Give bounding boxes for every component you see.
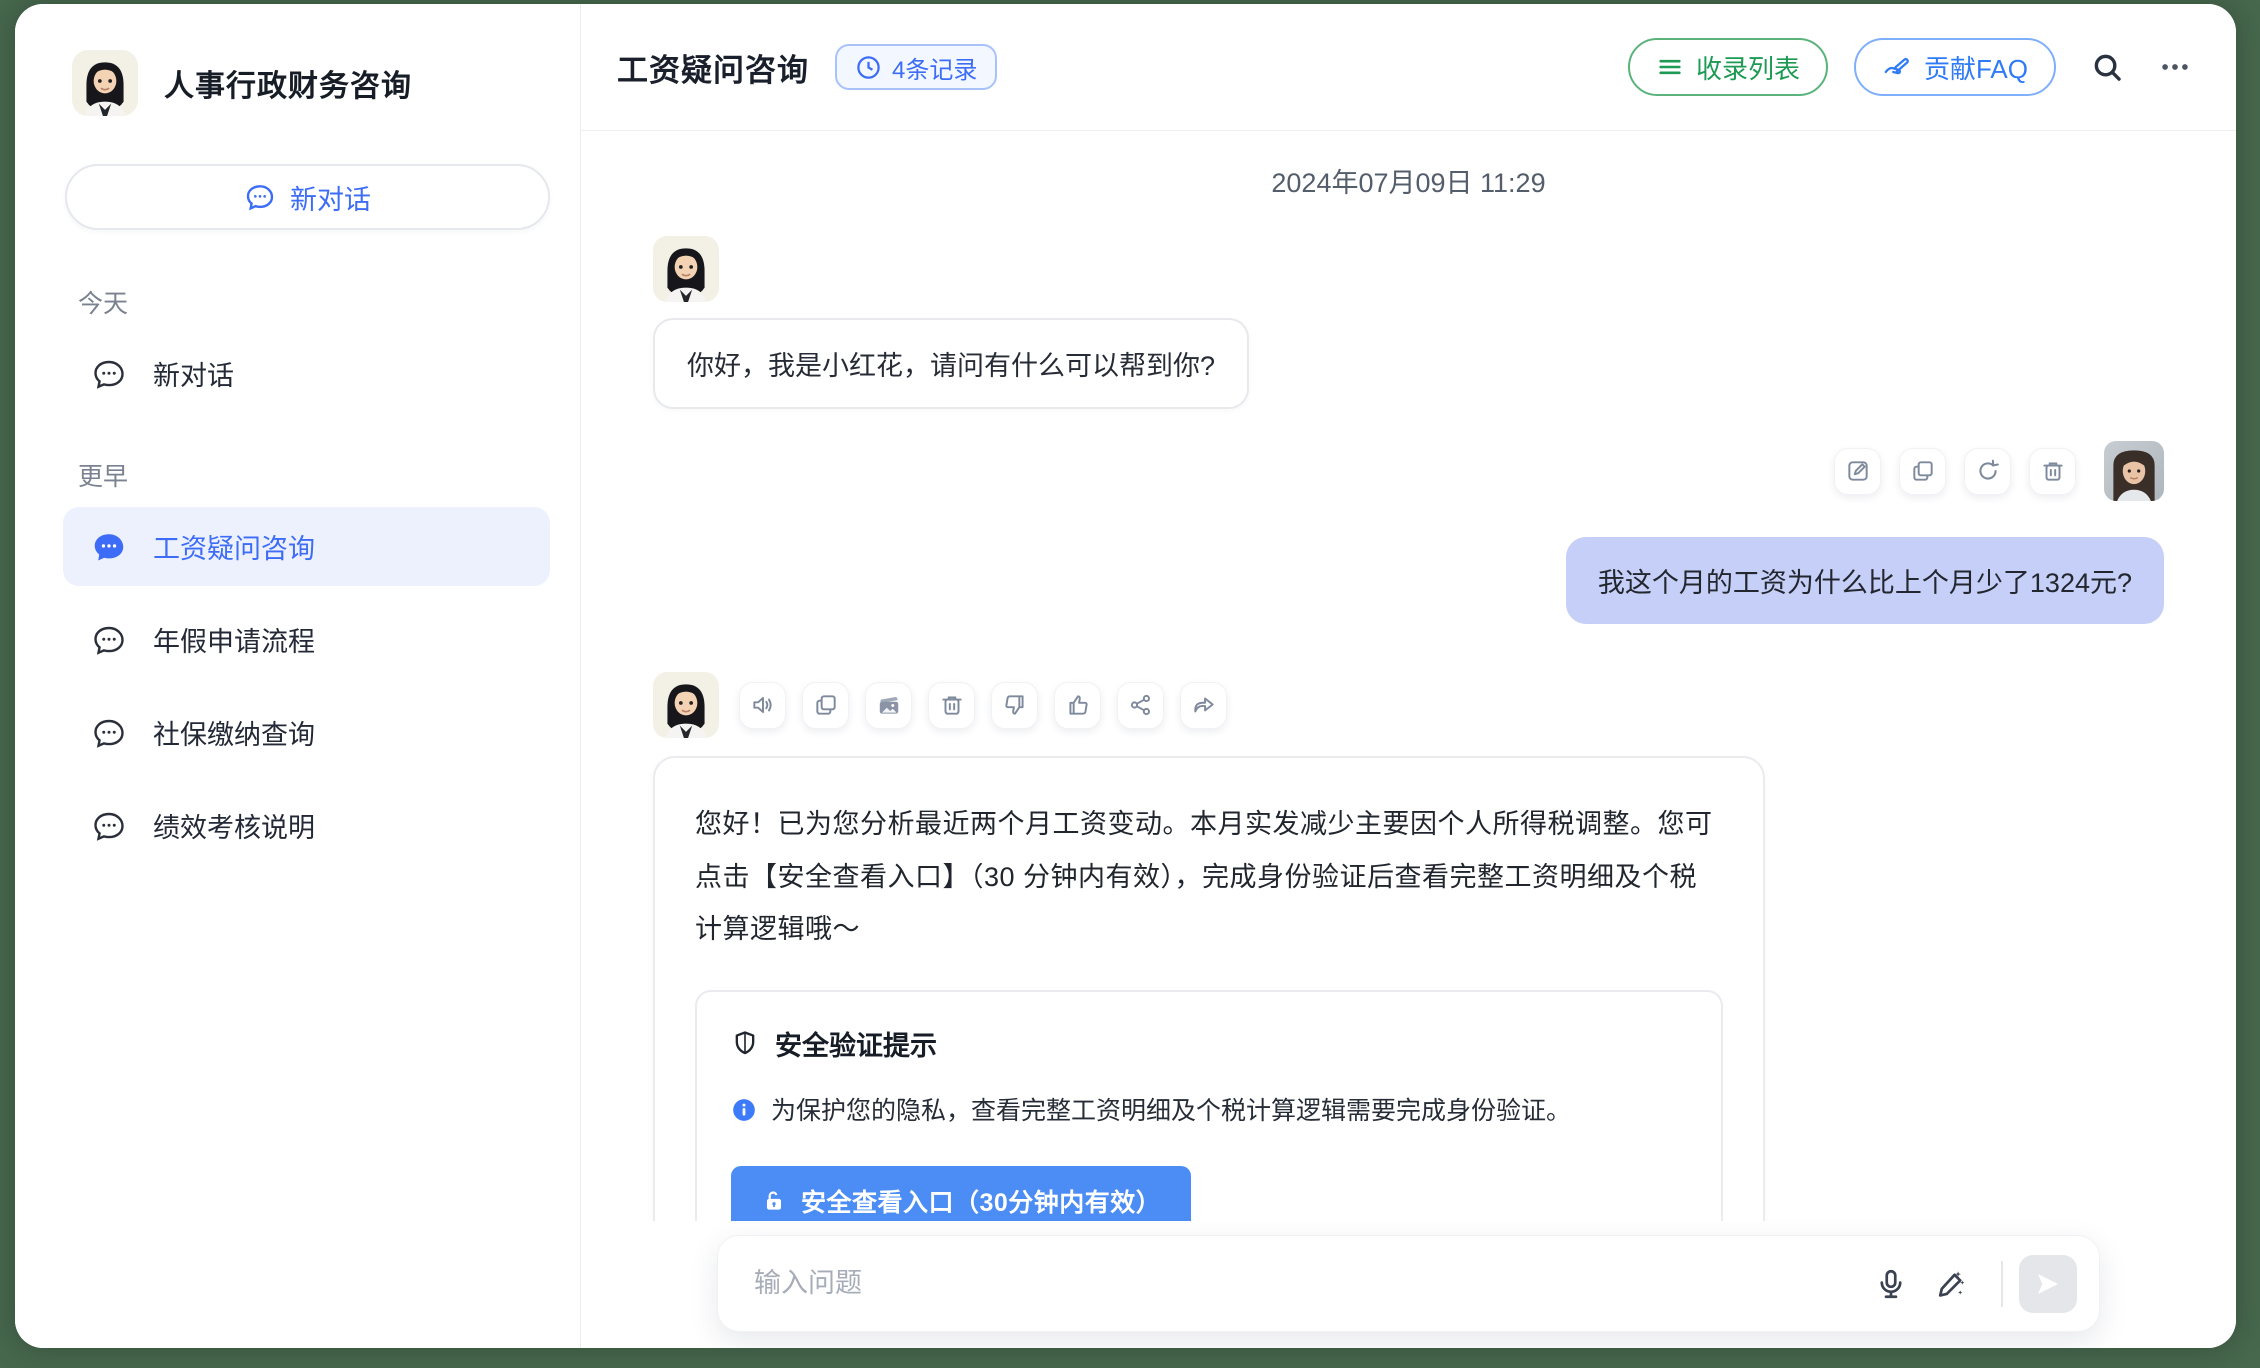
chat-bubble-icon (91, 808, 127, 844)
list-icon (1656, 53, 1684, 81)
share-button[interactable] (1117, 682, 1164, 729)
bot-reply-text: 您好！已为您分析最近两个月工资变动。本月实发减少主要因个人所得税调整。您可点击【… (695, 798, 1723, 956)
conversation-title: 工资疑问咨询 (617, 45, 809, 90)
sidebar-item-label: 绩效考核说明 (153, 806, 315, 845)
sidebar-item-label: 工资疑问咨询 (153, 527, 315, 566)
info-icon (731, 1097, 757, 1123)
new-chat-button[interactable]: 新对话 (65, 164, 550, 230)
chat-header: 工资疑问咨询 4条记录 收录列表 (581, 4, 2236, 131)
regenerate-button[interactable] (1964, 448, 2011, 495)
security-card-header: 安全验证提示 (731, 1024, 1687, 1063)
bot-reply-card: 您好！已为您分析最近两个月工资变动。本月实发减少主要因个人所得税调整。您可点击【… (653, 756, 1765, 1221)
chat-bubble-icon (91, 622, 127, 658)
read-aloud-button[interactable] (739, 682, 786, 729)
magic-pen-icon[interactable] (1921, 1267, 1981, 1301)
shield-icon (731, 1029, 759, 1057)
records-badge-label: 4条记录 (892, 50, 977, 85)
chat-bubble-icon (91, 529, 127, 565)
message-input-bar (717, 1235, 2100, 1332)
user-message-bubble: 我这个月的工资为什么比上个月少了1324元? (1566, 537, 2164, 624)
app-window: 人事行政财务咨询 新对话 今天 (15, 4, 2236, 1348)
edit-message-button[interactable] (1834, 448, 1881, 495)
message-list: 2024年07月09日 11:29 你好，我是小红花，请问有什么可 (581, 131, 2236, 1221)
security-info-row: 为保护您的隐私，查看完整工资明细及个税计算逻辑需要完成身份验证。 (731, 1093, 1687, 1131)
input-actions (1861, 1255, 2077, 1313)
bot-greeting-bubble: 你好，我是小红花，请问有什么可以帮到你? (653, 318, 1249, 409)
unlock-icon (761, 1188, 787, 1214)
send-button[interactable] (2019, 1255, 2077, 1313)
secure-view-entry-button[interactable]: 安全查看入口（30分钟内有效） (731, 1166, 1191, 1221)
bot-avatar (653, 672, 719, 738)
sidebar-item-salary-question[interactable]: 工资疑问咨询 (63, 507, 550, 586)
delete-message-button[interactable] (2029, 448, 2076, 495)
microphone-icon[interactable] (1861, 1267, 1921, 1301)
thumbs-down-button[interactable] (991, 682, 1038, 729)
app-title: 人事行政财务咨询 (164, 61, 412, 105)
main-panel: 工资疑问咨询 4条记录 收录列表 (581, 4, 2236, 1348)
hand-pen-icon (1882, 52, 1912, 82)
conversation-date: 2024年07月09日 11:29 (653, 161, 2164, 200)
records-badge[interactable]: 4条记录 (835, 44, 997, 90)
secure-view-entry-label: 安全查看入口（30分钟内有效） (801, 1183, 1161, 1219)
sidebar-item-new-chat[interactable]: 新对话 (63, 334, 550, 413)
sidebar-item-label: 社保缴纳查询 (153, 713, 315, 752)
bot-message-greeting: 你好，我是小红花，请问有什么可以帮到你? (653, 236, 2164, 409)
bot-message-reply: 您好！已为您分析最近两个月工资变动。本月实发减少主要因个人所得税调整。您可点击【… (653, 672, 2164, 1221)
user-message-toolbar (1834, 441, 2164, 501)
clock-icon (855, 54, 882, 81)
sidebar-header: 人事行政财务咨询 (15, 4, 580, 116)
user-avatar (2104, 441, 2164, 501)
forward-button[interactable] (1180, 682, 1227, 729)
more-options-icon[interactable] (2158, 50, 2192, 84)
sidebar: 人事行政财务咨询 新对话 今天 (15, 4, 581, 1348)
new-chat-label: 新对话 (290, 178, 371, 217)
security-verification-card: 安全验证提示 为保护您的隐私，查看完整工资明细及个税计算逻辑需要完成身份验证。 (695, 990, 1723, 1221)
bot-message-toolbar (739, 682, 1227, 729)
contribute-faq-button[interactable]: 贡献FAQ (1854, 38, 2056, 96)
sidebar-item-label: 年假申请流程 (153, 620, 315, 659)
chat-bubble-icon (244, 181, 276, 213)
input-divider (2001, 1261, 2003, 1307)
chat-bubble-icon (91, 356, 127, 392)
copy-message-button[interactable] (1899, 448, 1946, 495)
desktop-background: { "sidebar": { "app_title": "人事行政财务咨询", … (0, 0, 2260, 1368)
section-earlier: 更早 (78, 457, 580, 493)
copy-reply-button[interactable] (802, 682, 849, 729)
chat-bubble-icon (91, 715, 127, 751)
security-card-title: 安全验证提示 (775, 1024, 937, 1063)
delete-reply-button[interactable] (928, 682, 975, 729)
sidebar-item-label: 新对话 (153, 354, 234, 393)
user-message-block: 我这个月的工资为什么比上个月少了1324元? (653, 441, 2164, 624)
sidebar-item-annual-leave[interactable]: 年假申请流程 (63, 600, 550, 679)
save-image-button[interactable] (865, 682, 912, 729)
security-info-text: 为保护您的隐私，查看完整工资明细及个税计算逻辑需要完成身份验证。 (771, 1093, 1571, 1131)
assistant-avatar (72, 50, 138, 116)
search-icon[interactable] (2090, 50, 2124, 84)
bot-avatar (653, 236, 719, 302)
collect-list-button[interactable]: 收录列表 (1628, 38, 1828, 96)
section-today: 今天 (78, 284, 580, 320)
bot-reply-header (653, 672, 2164, 738)
question-input[interactable] (754, 1268, 1861, 1299)
thumbs-up-button[interactable] (1054, 682, 1101, 729)
sidebar-item-social-insurance[interactable]: 社保缴纳查询 (63, 693, 550, 772)
contribute-faq-label: 贡献FAQ (1924, 49, 2028, 86)
collect-list-label: 收录列表 (1696, 49, 1800, 86)
sidebar-item-performance-review[interactable]: 绩效考核说明 (63, 786, 550, 865)
